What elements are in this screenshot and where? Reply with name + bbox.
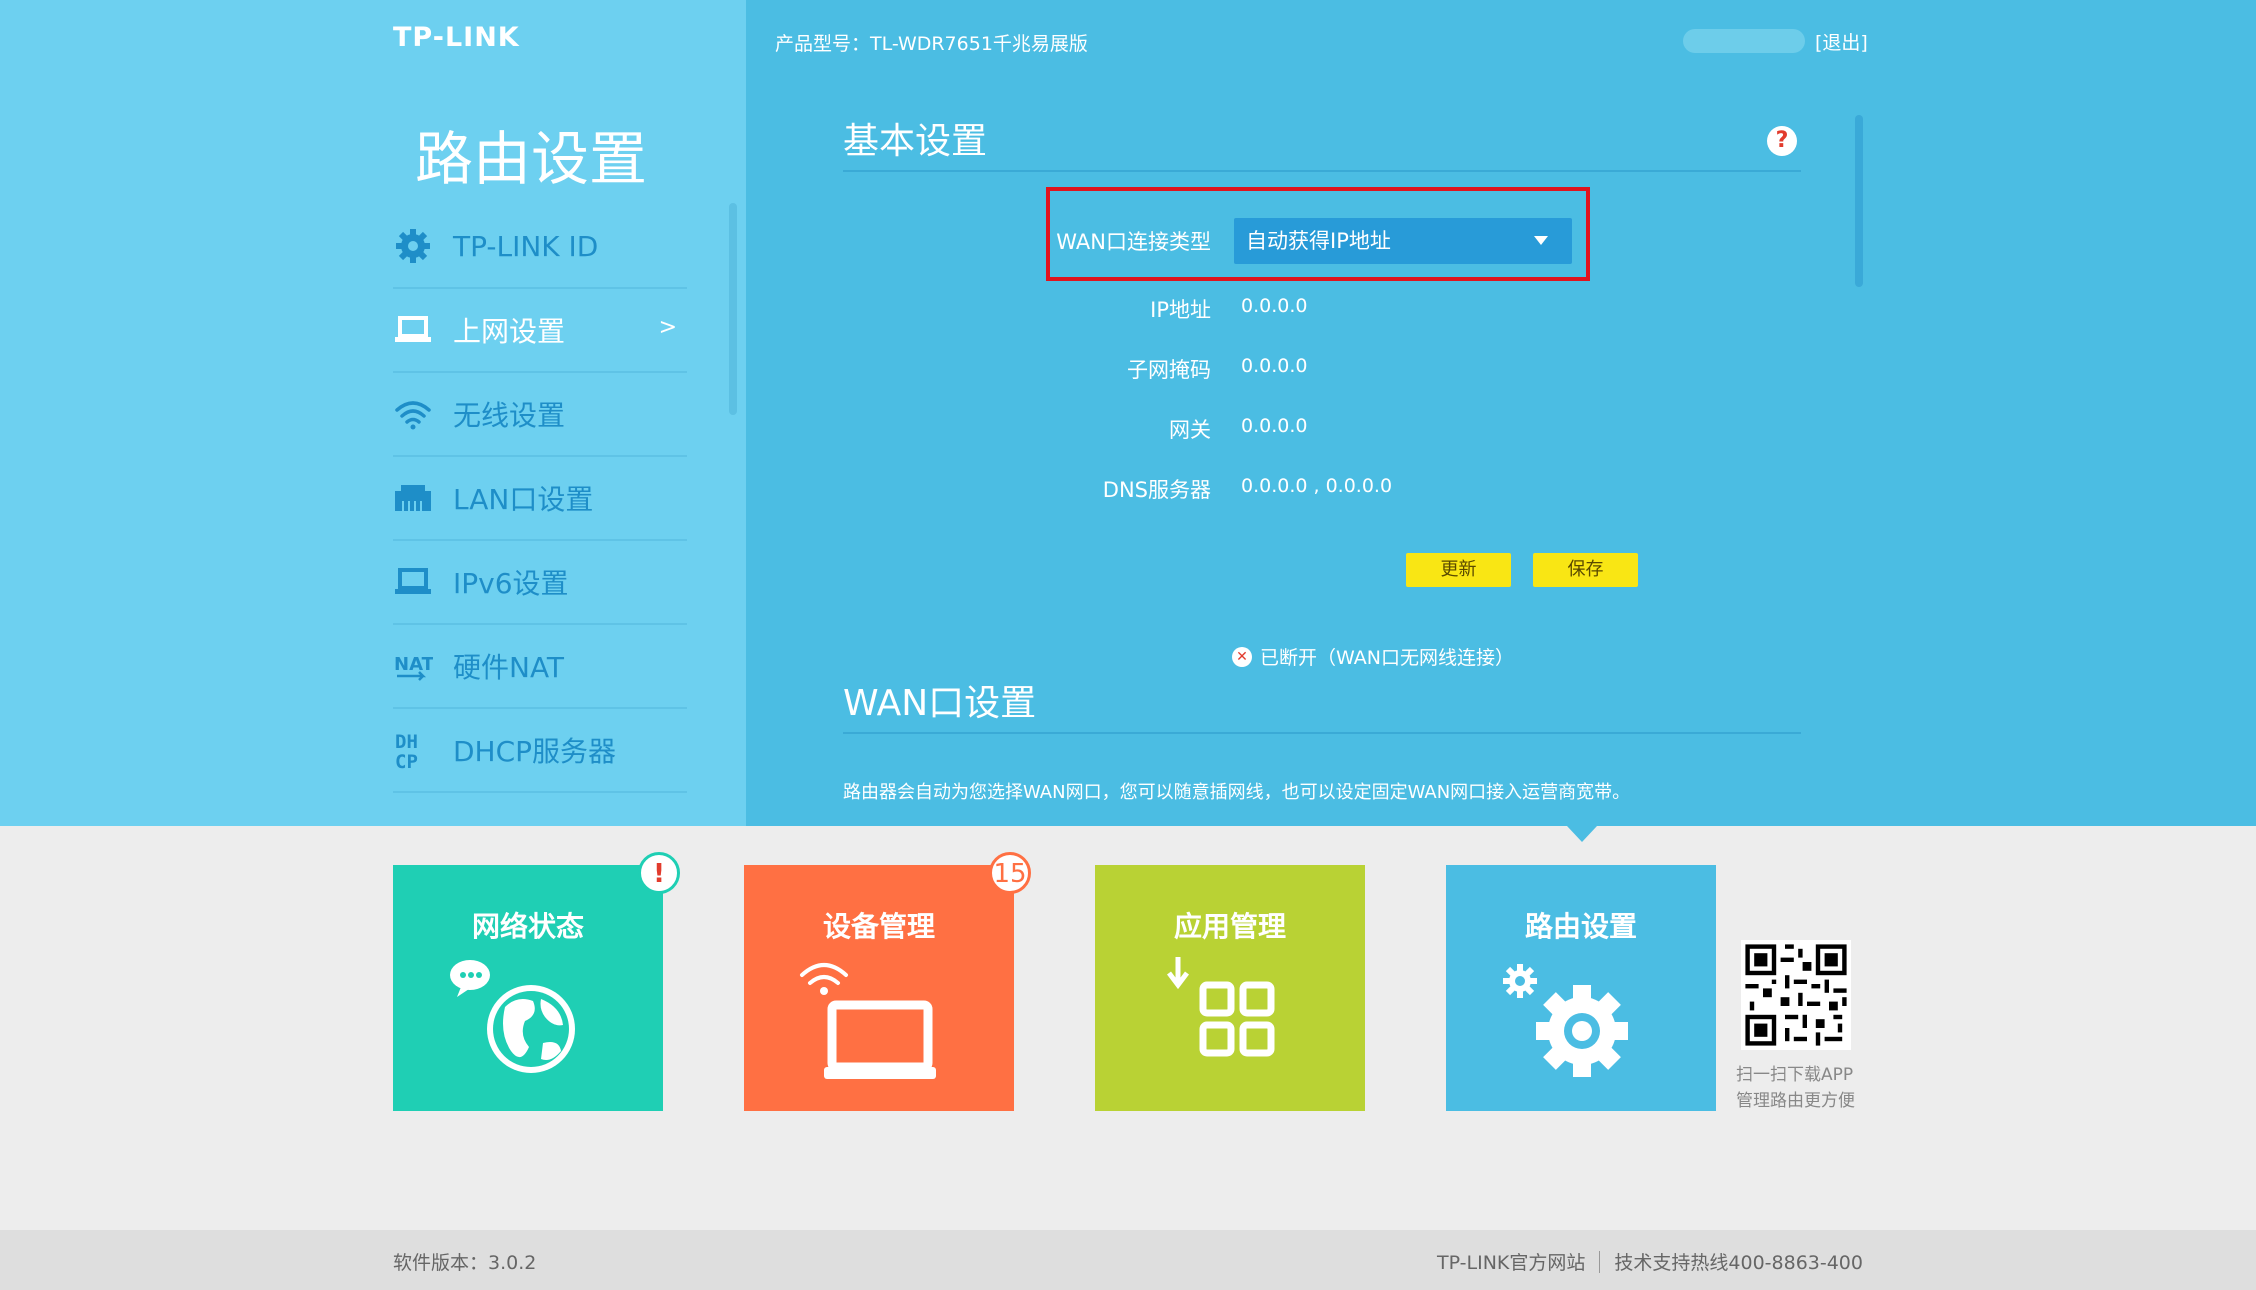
subnet-value: 0.0.0.0 <box>1241 355 1308 377</box>
disconnected-icon: ✕ <box>1232 646 1252 667</box>
tile-network-status[interactable]: 网络状态 ! <box>393 852 680 1111</box>
sidebar-item-ipv6[interactable]: IPv6设置 <box>393 541 687 625</box>
laptop-wifi-icon <box>800 963 936 1079</box>
dns-label: DNS服务器 <box>1102 478 1211 502</box>
wan-settings-title: WAN口设置 <box>843 683 1037 724</box>
software-version: 软件版本：3.0.2 <box>393 1252 537 1274</box>
sidebar-item-nat[interactable]: NAT 硬件NAT <box>393 625 687 709</box>
refresh-button[interactable]: 更新 <box>1406 553 1511 587</box>
svg-text:DH: DH <box>395 731 418 753</box>
section-divider <box>843 732 1801 734</box>
sidebar-item-label: LAN口设置 <box>453 483 594 516</box>
sidebar-item-dhcp[interactable]: DH CP DHCP服务器 <box>393 709 687 793</box>
apps-grid-icon <box>1167 957 1275 1057</box>
ip-value: 0.0.0.0 <box>1241 295 1308 317</box>
tile-label: 设备管理 <box>822 910 935 943</box>
basic-settings-title: 基本设置 <box>843 121 988 162</box>
section-divider <box>843 170 1801 172</box>
sidebar: TP-LINK 路由设置 TP-LINK ID 上网设置 > 无线设置 LAN口… <box>0 0 746 826</box>
sidebar-scrollbar[interactable] <box>729 203 737 415</box>
logout-link[interactable]: [退出] <box>1815 28 1868 55</box>
laptop-icon <box>393 310 433 350</box>
sidebar-item-label: TP-LINK ID <box>453 229 599 263</box>
gears-icon <box>1503 964 1628 1077</box>
sidebar-item-label: 上网设置 <box>453 315 566 348</box>
wan-type-select[interactable]: 自动获得IP地址 <box>1234 218 1572 264</box>
wan-type-label: WAN口连接类型 <box>1056 230 1211 254</box>
tile-app-management[interactable]: 应用管理 <box>1095 865 1365 1111</box>
wifi-icon <box>393 394 433 434</box>
tile-label: 路由设置 <box>1524 910 1637 943</box>
caret-down-icon <box>1534 236 1548 245</box>
sidebar-item-lan[interactable]: LAN口设置 <box>393 457 687 541</box>
svg-text:NAT: NAT <box>394 654 433 675</box>
ip-label: IP地址 <box>1150 298 1211 322</box>
tile-label: 网络状态 <box>471 910 584 943</box>
sidebar-item-label: IPv6设置 <box>453 567 569 600</box>
subnet-label: 子网掩码 <box>1127 358 1211 382</box>
qr-caption: 扫一扫下载APP 管理路由更方便 <box>1736 1062 1855 1114</box>
top-area: TP-LINK 路由设置 TP-LINK ID 上网设置 > 无线设置 LAN口… <box>0 0 2256 826</box>
gateway-label: 网关 <box>1169 418 1211 442</box>
status-text: 已断开（WAN口无网线连接） <box>1260 647 1514 669</box>
sidebar-title: 路由设置 <box>415 125 648 193</box>
support-hotline: 技术支持热线400-8863-400 <box>1614 1252 1863 1274</box>
footer-links: TP-LINK官方网站 技术支持热线400-8863-400 <box>1437 1248 1863 1275</box>
user-account-pill <box>1683 29 1805 53</box>
qr-line1: 扫一扫下载APP <box>1736 1065 1854 1085</box>
footer: 软件版本：3.0.2 TP-LINK官方网站 技术支持热线400-8863-40… <box>0 1230 2256 1290</box>
footer-separator <box>1599 1250 1601 1273</box>
connection-status: ✕ 已断开（WAN口无网线连接） <box>1232 643 1514 670</box>
device-count-badge: 15 <box>989 852 1031 894</box>
official-site-link[interactable]: TP-LINK官方网站 <box>1437 1248 1585 1275</box>
wan-description: 路由器会自动为您选择WAN网口，您可以随意插网线，也可以设定固定WAN网口接入运… <box>843 782 1631 803</box>
sidebar-item-label: 硬件NAT <box>453 651 565 684</box>
alert-badge: ! <box>638 852 680 894</box>
tile-router-settings[interactable]: 路由设置 <box>1446 865 1716 1111</box>
laptop-icon <box>393 562 433 602</box>
help-icon[interactable]: ? <box>1767 126 1797 156</box>
svg-text:CP: CP <box>395 751 418 770</box>
dhcp-icon: DH CP <box>393 730 433 770</box>
dns-value: 0.0.0.0 , 0.0.0.0 <box>1241 475 1393 497</box>
sidebar-item-label: DHCP服务器 <box>453 735 617 768</box>
qr-code <box>1741 940 1851 1050</box>
brand-logo: TP-LINK <box>393 22 520 53</box>
sidebar-item-internet[interactable]: 上网设置 > <box>393 289 687 373</box>
qr-line2: 管理路由更方便 <box>1736 1091 1855 1111</box>
gear-icon <box>393 226 433 266</box>
active-tile-pointer <box>1567 826 1597 842</box>
wan-type-value: 自动获得IP地址 <box>1246 229 1391 253</box>
main-scrollbar[interactable] <box>1855 115 1863 287</box>
save-button[interactable]: 保存 <box>1533 553 1638 587</box>
gateway-value: 0.0.0.0 <box>1241 415 1308 437</box>
globe-icon <box>450 960 575 1073</box>
sidebar-item-label: 无线设置 <box>453 399 566 432</box>
lan-port-icon <box>393 478 433 518</box>
tile-device-management[interactable]: 设备管理 15 <box>744 852 1031 1111</box>
sidebar-item-wireless[interactable]: 无线设置 <box>393 373 687 457</box>
product-model: 产品型号：TL-WDR7651千兆易展版 <box>775 33 1088 55</box>
sidebar-item-tplink-id[interactable]: TP-LINK ID <box>393 205 687 289</box>
chevron-right-icon: > <box>658 315 677 340</box>
tile-label: 应用管理 <box>1173 910 1286 943</box>
nat-icon: NAT <box>393 646 433 686</box>
